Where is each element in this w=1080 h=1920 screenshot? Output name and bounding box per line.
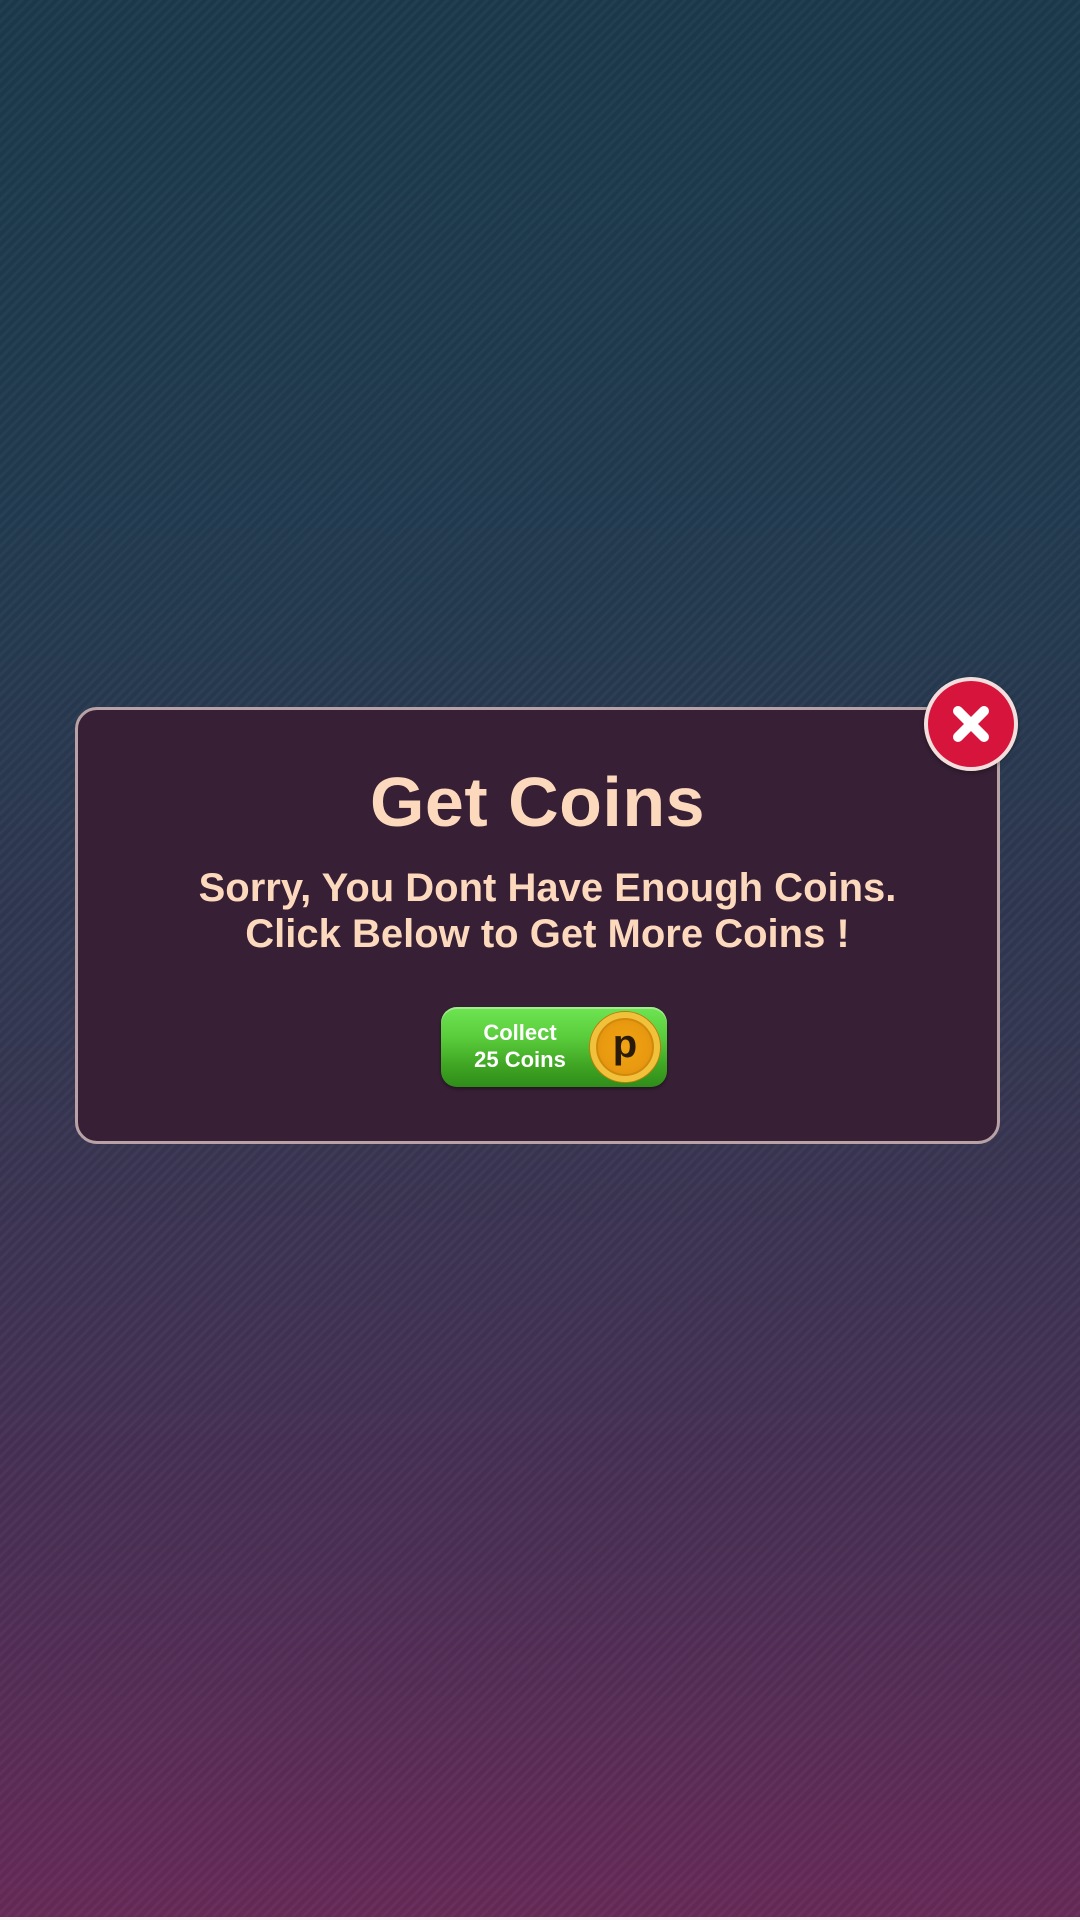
dialog-message-line-2: Click Below to Get More Coins !	[245, 912, 850, 956]
collect-label-line-1: Collect	[483, 1020, 557, 1045]
collect-button-label: Collect 25 Coins	[441, 1019, 599, 1073]
dialog-message: Sorry, You Dont Have Enough Coins. Click…	[98, 865, 997, 957]
get-coins-dialog: Get Coins Sorry, You Dont Have Enough Co…	[75, 707, 1000, 1144]
coin-letter: p	[612, 1022, 638, 1066]
collect-label-line-2: 25 Coins	[474, 1047, 566, 1072]
coin-icon: p	[590, 1012, 660, 1082]
dialog-message-line-1: Sorry, You Dont Have Enough Coins.	[198, 866, 897, 910]
close-icon	[953, 706, 989, 742]
dialog-title: Get Coins	[369, 763, 706, 841]
collect-coins-button[interactable]: Collect 25 Coins p	[441, 1007, 667, 1087]
close-button[interactable]	[924, 677, 1018, 771]
